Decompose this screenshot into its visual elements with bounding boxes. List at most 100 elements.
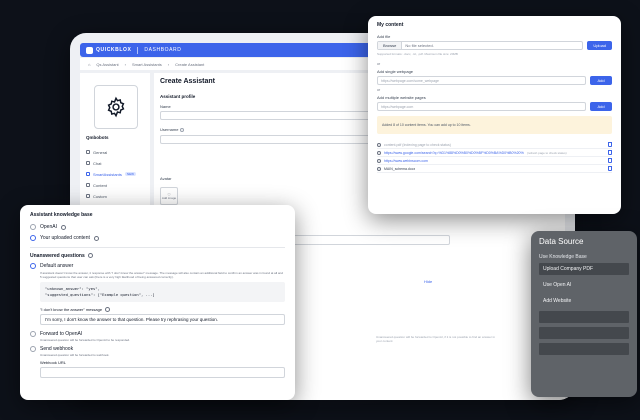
gear-icon [107, 96, 125, 118]
uploaded-content-option[interactable]: Your uploaded content [30, 235, 285, 241]
breadcrumb-separator: › [124, 61, 126, 67]
sidebar-item-label: SmartAssistants [93, 171, 122, 177]
sidebar-item-general[interactable]: General [86, 147, 146, 157]
add-website-button[interactable]: Add [590, 102, 612, 111]
username-label-text: Username [160, 127, 179, 132]
add-website-option[interactable]: Add Website [539, 295, 629, 307]
sidebar-item-chat[interactable]: Chat [86, 158, 146, 168]
website-input[interactable]: https://webpage.com [377, 102, 586, 111]
hide-link[interactable]: Hide [424, 279, 432, 284]
unknown-answer-message-input[interactable]: I'm sorry, I don't know the answer to th… [40, 313, 285, 325]
website-input-bar[interactable] [539, 327, 629, 339]
upload-company-pdf-button[interactable]: Upload Company PDF [539, 263, 629, 275]
upload-button[interactable]: Upload [587, 41, 612, 50]
trash-icon[interactable] [608, 166, 612, 171]
username-label: Username [160, 127, 185, 132]
content-item-link[interactable]: https://www.webinscom.com [384, 159, 428, 163]
use-knowledge-base-label: Use Knowledge Base [539, 254, 587, 260]
or-separator: or [377, 62, 381, 66]
use-openai-option[interactable]: Use Open AI [539, 279, 629, 291]
website-label: Add multiple website pages [377, 95, 426, 100]
info-icon [87, 253, 93, 259]
content-item-text: content.pdf (Indexing page to check stat… [384, 142, 451, 147]
data-source-card: Data Source Use Knowledge Base Upload Co… [531, 231, 637, 397]
home-icon[interactable]: ⌂ [88, 62, 90, 67]
sidebar-item-label: Content [93, 182, 108, 188]
chat-icon [86, 161, 90, 165]
openai-option-label: OpenAI [40, 224, 57, 230]
trash-icon[interactable] [608, 150, 612, 155]
file-name: No file selected. [405, 43, 434, 48]
divider [137, 46, 139, 54]
new-badge: NEW [124, 172, 136, 176]
sidebar-item-smartassistants[interactable]: SmartAssistants NEW [86, 169, 146, 179]
radio-unselected-icon [30, 330, 36, 337]
list-item: content.pdf (Indexing page to check stat… [377, 141, 612, 149]
radio-unselected-icon [30, 345, 36, 352]
divider [30, 247, 285, 248]
name-label: Name [160, 104, 171, 109]
info-icon [180, 127, 185, 132]
file-input[interactable]: Browse No file selected. [377, 41, 584, 50]
content-item-text: MAIN_schema.docx [384, 166, 416, 171]
bot-avatar [94, 85, 138, 129]
openai-option[interactable]: OpenAI [30, 224, 285, 230]
content-item-link[interactable]: https://www.google.com/search?q=%D1%88%D… [384, 151, 524, 155]
globe-icon [377, 150, 381, 155]
robot-icon [86, 172, 90, 176]
knowledge-base-card: Assistant knowledge base OpenAI Your upl… [20, 205, 295, 400]
avatar-upload-button[interactable]: ▢ Add image [160, 187, 178, 205]
sidebar-item-label: Chat [93, 160, 102, 166]
file-icon [377, 166, 381, 171]
formats-hint: Supported formats: .docx, .txt, .pdf. Ma… [377, 52, 458, 56]
sidebar-item-label: General [93, 149, 108, 155]
upload-label: Add image [161, 196, 177, 200]
send-webhook-label: Send webhook [40, 345, 74, 352]
forward-openai-option[interactable]: Forward to OpenAI [30, 330, 285, 337]
list-item: MAIN_schema.docx [377, 165, 612, 173]
default-answer-option[interactable]: Default answer [30, 262, 285, 269]
breadcrumb-item: Create Assistant [175, 61, 205, 67]
breadcrumb-separator: › [167, 61, 170, 67]
send-webhook-description: Unanswered question will be forwarded to… [40, 352, 110, 357]
info-icon [93, 235, 99, 241]
avatar-label: Avatar [160, 176, 172, 181]
or-separator: or [377, 88, 381, 92]
sidebar-item-content[interactable]: Content [86, 180, 146, 190]
info-icon [60, 224, 66, 230]
breadcrumb-item[interactable]: Qs Assistant [96, 62, 118, 67]
add-webpage-button[interactable]: Add [590, 76, 612, 85]
message-label: "I don't know the answer" message [40, 306, 285, 312]
brand-name: QUICKBLOX [96, 47, 132, 53]
sidebar-nav: General Chat SmartAssistants NEW Content … [86, 147, 146, 213]
section-title: Assistant profile [160, 94, 196, 99]
content-item-note: (refresh page to check status) [527, 150, 567, 155]
radio-selected-icon [30, 235, 36, 241]
info-icon [105, 306, 111, 312]
forward-openai-description: Unanswered question will be forwarded to… [40, 337, 131, 342]
unanswered-title-text: Unanswered questions [30, 252, 85, 259]
radio-unselected-icon [30, 224, 36, 230]
name-input[interactable] [160, 111, 380, 120]
data-source-title: Data Source [539, 237, 584, 246]
webhook-url-input[interactable] [40, 366, 285, 378]
trash-icon[interactable] [608, 158, 612, 163]
section-name: DASHBOARD [144, 47, 182, 53]
page-title: Create Assistant [160, 78, 215, 85]
custom-icon [86, 194, 90, 198]
username-input[interactable] [160, 135, 380, 144]
browse-button[interactable]: Browse [378, 42, 403, 49]
website-input-bar[interactable] [539, 343, 629, 355]
bot-name: Qmbobots [86, 135, 109, 140]
file-icon [377, 142, 381, 147]
webpage-input[interactable]: https://webpage.com/some_webpage [377, 76, 586, 85]
breadcrumb-item[interactable]: Smart Assistants [132, 62, 162, 67]
trash-icon[interactable] [608, 142, 612, 147]
my-content-title: My content [377, 22, 404, 28]
sidebar-item-label: Custom [93, 193, 107, 199]
website-input-bar[interactable] [539, 311, 629, 323]
send-webhook-option[interactable]: Send webhook [30, 345, 285, 352]
globe-icon [377, 158, 381, 163]
sidebar-item-custom[interactable]: Custom [86, 191, 146, 201]
response-example-code: "unknown_answer": "yes", "suggested_ques… [40, 281, 285, 302]
